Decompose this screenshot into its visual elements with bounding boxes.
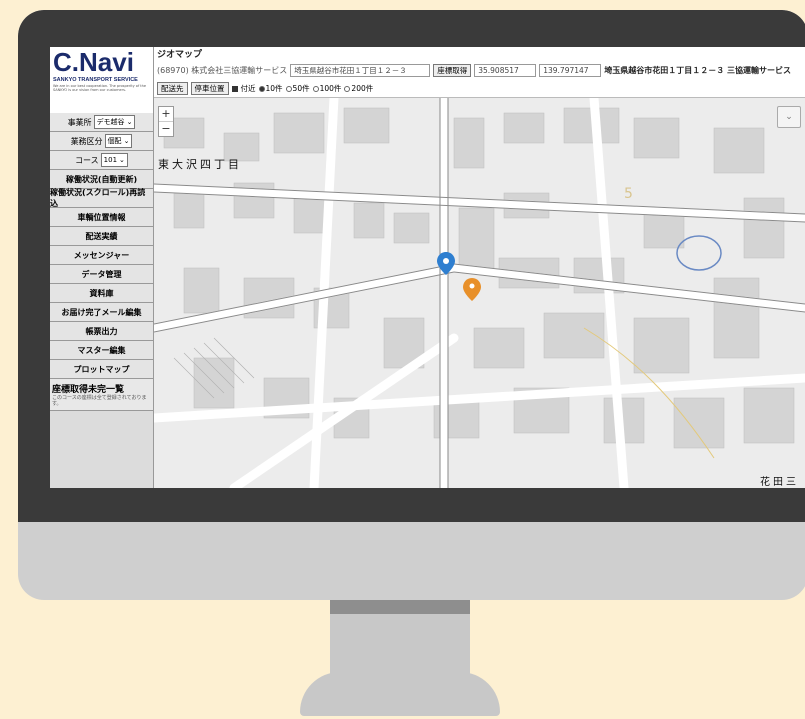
category-select[interactable]: 個配 ⌄	[104, 134, 133, 148]
monitor-stand	[330, 600, 470, 680]
category-value: 個配	[107, 136, 122, 145]
radio-dot	[344, 85, 351, 92]
office-row: 事業所 デモ越谷 ⌄	[50, 113, 153, 132]
geo-header: ジオマップ (68970) 株式会社三協運輸サービス 埼玉県越谷市花田１丁目１２…	[154, 47, 805, 98]
sidebar-item-messenger[interactable]: メッセンジャー	[50, 246, 153, 265]
dest-button[interactable]: 配送先	[157, 82, 188, 95]
layers-button[interactable]: ⌄	[777, 106, 801, 128]
screen: C.Navi SANKYO TRANSPORT SERVICE We are i…	[50, 47, 805, 488]
course-label: コース	[75, 155, 99, 165]
radio-dot	[258, 85, 265, 92]
map-view[interactable]: + − ⌄ 東大沢四丁目 5 花田三	[154, 98, 805, 488]
chevron-down-icon: ⌄	[126, 117, 133, 126]
radio-label: 10件	[265, 84, 283, 93]
page-title: ジオマップ	[157, 50, 203, 60]
chevron-down-icon: ⌄	[123, 136, 130, 145]
course-row: コース 101 ⌄	[50, 151, 153, 170]
stop-position-button[interactable]: 停車位置	[190, 82, 229, 95]
block-number: 5	[624, 186, 633, 202]
chevron-down-icon: ⌄	[785, 112, 793, 122]
sidebar-item-vehicle-location[interactable]: 車輌位置情報	[50, 208, 153, 227]
filter-row: 配送先 停車位置 付近 10件 50件 100件 200件	[157, 82, 373, 95]
sidebar-item-plot-map[interactable]: プロットマップ	[50, 360, 153, 379]
radio-label: 100件	[319, 84, 342, 93]
radio-50[interactable]: 50件	[285, 83, 310, 94]
radio-100[interactable]: 100件	[312, 83, 342, 94]
latitude-input[interactable]: 35.908517	[474, 64, 537, 77]
radio-label: 50件	[292, 84, 310, 93]
office-select[interactable]: デモ越谷 ⌄	[93, 115, 136, 129]
sidebar-item-data-management[interactable]: データ管理	[50, 265, 153, 284]
logo-text-2: Navi	[79, 47, 134, 77]
logo-text: C.	[53, 47, 79, 77]
chevron-down-icon: ⌄	[119, 155, 125, 164]
address-row: (68970) 株式会社三協運輸サービス 埼玉県越谷市花田１丁目１２－３ 座標取…	[157, 64, 791, 77]
logo-note: We are in our best cooperation. The pros…	[53, 84, 147, 93]
sidebar-item-status-scroll[interactable]: 稼働状況(スクロール)再読込	[50, 188, 153, 208]
pending-note: このコースの座標は全て登録されております。	[50, 395, 153, 411]
sidebar-item-master-edit[interactable]: マスター編集	[50, 341, 153, 360]
office-value: デモ越谷	[96, 117, 125, 126]
get-coords-button[interactable]: 座標取得	[433, 64, 472, 77]
logo-area: C.Navi SANKYO TRANSPORT SERVICE We are i…	[50, 47, 153, 113]
logo-subtitle: SANKYO TRANSPORT SERVICE	[53, 77, 138, 83]
bottom-area-label: 花田三	[760, 477, 799, 488]
radio-dot	[312, 85, 319, 92]
nearby-label: 付近	[240, 84, 256, 93]
pending-title: 座標取得未完一覧	[50, 379, 153, 395]
address-input[interactable]: 埼玉県越谷市花田１丁目１２－３	[290, 64, 431, 77]
longitude-input[interactable]: 139.797147	[539, 64, 602, 77]
radio-10[interactable]: 10件	[258, 83, 283, 94]
category-row: 業務区分 個配 ⌄	[50, 132, 153, 151]
course-value: 101	[103, 155, 118, 164]
address-display: 埼玉県越谷市花田１丁目１２－３ 三協運輸サービス	[604, 66, 792, 75]
nearby-checkbox[interactable]	[231, 85, 238, 92]
sidebar-item-mail-edit[interactable]: お届け完了メール編集	[50, 303, 153, 322]
logo: C.Navi	[53, 49, 150, 75]
course-select[interactable]: 101 ⌄	[100, 153, 128, 167]
sidebar: C.Navi SANKYO TRANSPORT SERVICE We are i…	[50, 47, 154, 488]
sidebar-item-documents[interactable]: 資料庫	[50, 284, 153, 303]
category-label: 業務区分	[70, 136, 103, 146]
radio-label: 200件	[351, 84, 374, 93]
sidebar-item-delivery-results[interactable]: 配送実績	[50, 227, 153, 246]
radio-200[interactable]: 200件	[344, 83, 373, 94]
company-name: (68970) 株式会社三協運輸サービス	[157, 66, 288, 75]
zoom-out-button[interactable]: −	[159, 122, 173, 136]
radio-dot	[285, 85, 292, 92]
sidebar-item-report-output[interactable]: 帳票出力	[50, 322, 153, 341]
area-label: 東大沢四丁目	[158, 158, 242, 171]
monitor-stand-base	[300, 672, 500, 716]
office-label: 事業所	[67, 117, 92, 127]
zoom-control: + −	[158, 106, 174, 137]
map-canvas	[154, 98, 805, 488]
zoom-in-button[interactable]: +	[159, 107, 173, 122]
